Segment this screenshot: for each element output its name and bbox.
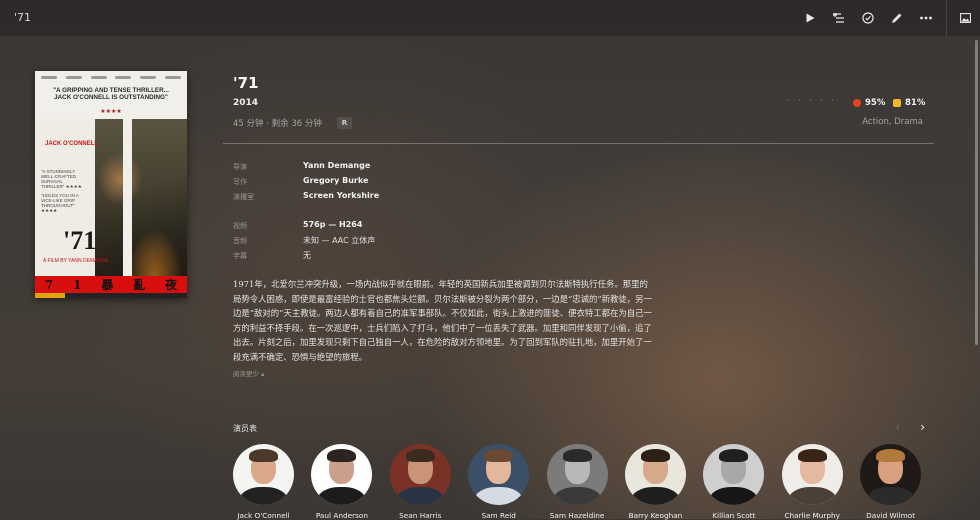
summary-line: 局势令人困惑，即使是最富经验的士官也都焦头烂额。贝尔法斯被分裂为两个部分，一边是… <box>233 293 652 304</box>
poster-quote: "A GRIPPING AND TENSE THRILLER... JACK O… <box>53 87 169 101</box>
cast-member[interactable]: Killian Scott <box>703 444 765 520</box>
chevron-right-icon[interactable]: › <box>920 421 925 433</box>
cast-avatar[interactable] <box>468 444 530 505</box>
toolbar-divider <box>946 0 947 36</box>
cast-avatar[interactable] <box>311 444 373 505</box>
cast-member[interactable]: Paul Anderson <box>311 444 373 520</box>
subtitle-label: 字幕 <box>233 252 247 260</box>
movie-year: 2014 <box>233 98 259 108</box>
poster-laurels <box>41 74 181 82</box>
cast-heading: 演员表 <box>233 424 257 433</box>
poster-director: A FILM BY YANN DEMANGE <box>43 258 109 264</box>
cast-avatar[interactable] <box>624 444 686 505</box>
window-title: '71 <box>14 11 32 24</box>
poster-quote-2: "A STUNNINGLY WELL-CRAFTED SURVIVAL THRI… <box>41 169 82 189</box>
summary-text: 1971年，北爱尔兰冲突升级，一场内战似乎就在眼前。年轻的英国新兵加里被调到贝尔… <box>233 277 675 365</box>
cast-avatar[interactable] <box>233 444 294 505</box>
watched-check-icon[interactable] <box>853 0 882 36</box>
poster-quote-3: "HOLDS YOU IN A VICE-LIKE GRIP THROUGHOU… <box>41 193 79 213</box>
movie-poster[interactable]: "A GRIPPING AND TENSE THRILLER... JACK O… <box>35 71 187 298</box>
cast-member[interactable]: Sean Harris <box>389 444 451 520</box>
cast-list: Jack O'Connell Paul Anderson Sean Harris Sa… <box>233 444 939 520</box>
cast-avatar[interactable] <box>703 444 765 505</box>
content-rating-badge: R <box>337 117 352 129</box>
audio-label: 音频 <box>233 237 247 245</box>
subtitle-value[interactable]: 无 <box>303 250 311 261</box>
edit-pencil-icon[interactable] <box>882 0 911 36</box>
poster-chinese-title: 71暴亂夜 <box>35 276 187 293</box>
summary-line: 出去。片刻之后，加里发现只剩下自己独自一人，在危险的敌对方领地里。为了回到军队的… <box>233 337 652 348</box>
poster-stars: ★★★★ <box>100 108 122 115</box>
watch-progress-fill <box>35 293 66 298</box>
genres[interactable]: Action, Drama <box>862 117 923 127</box>
tomato-icon <box>853 99 861 107</box>
cast-member[interactable]: Sam Hazeldine <box>546 444 608 520</box>
cast-avatar[interactable] <box>546 444 608 505</box>
audience-score: 81% <box>893 98 925 108</box>
toolbar <box>795 0 980 36</box>
cast-member[interactable]: Barry Keoghan <box>624 444 686 520</box>
more-ellipsis-icon[interactable] <box>911 0 940 36</box>
chevron-left-icon[interactable]: ‹ <box>895 421 900 433</box>
watch-progress-bar <box>35 293 187 298</box>
summary-line: 1971年，北爱尔兰冲突升级，一场内战似乎就在眼前。年轻的英国新兵加里被调到贝尔… <box>233 279 648 289</box>
critic-score-value: 95% <box>865 98 886 108</box>
summary-line: 段充满不确定、恐惧与绝望的旅程。 <box>233 351 367 362</box>
director-value[interactable]: Yann Demange <box>303 161 370 170</box>
poster-title-bar <box>123 119 132 279</box>
summary-line: 边是“敌对的”天主教徒。两边人都有着自己的准军事部队。不仅如此，街头上激进的匪徒… <box>233 308 652 319</box>
cast-member[interactable]: Jack O'Connell <box>233 444 294 520</box>
poster-actor: JACK O'CONNELL <box>45 141 99 147</box>
add-to-queue-icon[interactable] <box>824 0 853 36</box>
cast-member[interactable]: Sam Reid <box>468 444 530 520</box>
cast-member[interactable]: Charlie Murphy <box>781 444 843 520</box>
audio-value[interactable]: 未知 — AAC 立体声 <box>303 235 375 246</box>
critic-score: 95% <box>853 98 885 108</box>
cast-avatar[interactable] <box>781 444 843 505</box>
duration-remaining: 45 分钟 · 剩余 36 分钟 <box>233 119 322 129</box>
studio-label: 演播室 <box>233 193 254 201</box>
cast-member[interactable]: David Wilmot <box>860 444 922 520</box>
writer-value[interactable]: Gregory Burke <box>303 176 368 185</box>
scrollbar[interactable] <box>975 40 978 345</box>
cast-nav: ‹ › <box>895 421 925 433</box>
movie-title: '71 <box>233 74 259 92</box>
cast-avatar[interactable] <box>389 444 451 505</box>
play-icon[interactable] <box>795 0 824 36</box>
director-label: 导演 <box>233 163 247 171</box>
poster-title: '71 <box>63 226 97 255</box>
user-rating-dots[interactable]: · · · · · <box>787 96 837 105</box>
audience-score-value: 81% <box>905 98 926 108</box>
top-bar: '71 <box>0 0 980 36</box>
header-divider <box>223 143 934 144</box>
cast-avatar[interactable] <box>860 444 922 505</box>
summary-line: 方的利益不择手段。在一次巡逻中，士兵们陷入了打斗，他们中了一位丢失了武器。加里和… <box>233 322 652 333</box>
popcorn-icon <box>893 99 901 107</box>
artwork-image-icon[interactable] <box>951 0 980 36</box>
video-label: 视频 <box>233 222 247 230</box>
read-less-link[interactable]: 阅读更少 ▴ <box>233 368 264 378</box>
writer-label: 写作 <box>233 178 247 186</box>
studio-value[interactable]: Screen Yorkshire <box>303 191 379 200</box>
video-value: 576p — H264 <box>303 220 363 229</box>
